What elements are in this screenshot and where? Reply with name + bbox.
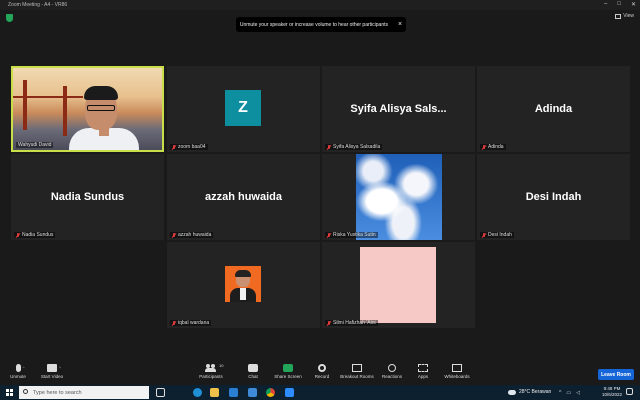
close-icon[interactable]: ✕ [631,1,636,8]
minimize-icon[interactable]: – [604,1,607,8]
participant-tile-nadia[interactable]: Nadia Sundus Nadia Sundus [11,154,164,240]
taskbar-clock[interactable]: 9:48 PM 10/6/2022 [602,386,622,398]
whiteboard-icon [452,364,462,372]
participant-tile-syifa[interactable]: Syifa Alisya Sals... Syifa Alisya Salsad… [322,66,475,152]
muted-mic-icon [172,320,176,326]
notification-toast: Unmute your speaker or increase volume t… [236,17,406,32]
chevron-up-icon[interactable]: ^ [559,390,561,396]
participant-video [13,68,162,150]
chat-icon [248,364,258,372]
participant-tile-wahyudi[interactable]: Wahyudi David [11,66,164,152]
muted-mic-icon [327,232,331,238]
muted-mic-icon [172,144,176,150]
participant-name-label: Wahyudi David [16,142,54,148]
system-tray: ^ ▭ ◁ [559,385,580,400]
os-taskbar: Type here to search 28°C Berawan ^ ▭ ◁ 9… [0,385,640,400]
windows-start-icon[interactable] [6,389,13,396]
participant-name-label: iqbal wardana [170,320,212,326]
participant-tile-desi[interactable]: Desi Indah Desi Indah [477,154,630,240]
participant-name-label: Silmi Hafizhah 'Aini [325,320,378,326]
notification-close-icon[interactable]: × [398,21,402,28]
participant-tile-riska[interactable]: Riska Yustika Sutin [322,154,475,240]
participant-tile-iqbal[interactable]: iqbal wardana [167,242,320,328]
network-icon[interactable]: ▭ [566,390,571,396]
participant-name-label: Nadia Sundus [14,232,56,238]
maximize-icon[interactable]: □ [617,1,621,8]
security-shield-icon[interactable] [6,14,13,22]
leave-room-button[interactable]: Leave Room [598,369,634,380]
muted-mic-icon [327,320,331,326]
apps-icon [418,364,428,372]
participant-name-label: Desi Indah [480,232,514,238]
participant-big-name: Desi Indah [525,191,582,203]
participant-tile-zoom-baa04[interactable]: Z zoom baa04 [167,66,320,152]
reactions-icon [388,364,396,372]
participant-big-name: Nadia Sundus [50,191,125,203]
participants-icon: 10 [205,363,223,372]
breakout-rooms-button[interactable]: Breakout Rooms [337,364,377,379]
taskbar-search-input[interactable]: Type here to search [19,386,149,399]
window-title: Zoom Meeting - A4 - VR86 [8,2,68,8]
store-icon[interactable] [248,388,257,397]
record-button[interactable]: Record [302,364,342,379]
participant-tile-azzah[interactable]: azzah huwaida azzah huwaida [167,154,320,240]
muted-mic-icon [172,232,176,238]
profile-picture-sky [356,154,442,240]
window-controls: – □ ✕ [604,1,636,8]
participant-tile-adinda[interactable]: Adinda Adinda [477,66,630,152]
file-explorer-icon[interactable] [210,388,219,397]
grid-icon [615,13,622,19]
task-view-icon[interactable] [156,388,165,397]
mail-icon[interactable] [229,388,238,397]
participant-name-label: azzah huwaida [170,232,214,238]
search-icon [23,389,28,394]
muted-mic-icon [327,144,331,150]
participants-count: 10 [219,363,224,368]
participant-name-label: zoom baa04 [170,144,208,150]
muted-mic-icon [482,144,486,150]
participant-big-name: Adinda [534,103,573,115]
participant-name-label: Adinda [480,144,506,150]
view-button[interactable]: View [615,13,634,19]
whiteboards-button[interactable]: Whiteboards [437,364,477,379]
breakout-rooms-icon [352,364,362,372]
muted-mic-icon [16,232,20,238]
chrome-icon[interactable] [266,388,275,397]
avatar: Z [225,90,261,126]
video-off-icon: ^ [47,364,61,372]
meeting-toolbar: ^ Unmute ^ Start Video 10 Participants C… [0,361,640,385]
cloud-icon [508,389,516,395]
muted-mic-icon [482,232,486,238]
muted-microphone-icon: ^ [15,364,25,372]
zoom-app-icon[interactable] [285,388,294,397]
background-bridge [13,78,83,138]
weather-widget[interactable]: 28°C Berawan [508,389,551,395]
participant-name-label: Riska Yustika Sutin [325,232,378,238]
edge-browser-icon[interactable] [193,388,202,397]
profile-photo [225,266,261,302]
window-titlebar: Zoom Meeting - A4 - VR86 – □ ✕ [0,0,640,10]
participant-name-label: Syifa Alisya Salsadila [325,144,383,150]
notification-center-icon[interactable] [626,388,633,395]
view-label: View [623,13,634,19]
profile-picture-pink [360,247,436,323]
participant-big-name: azzah huwaida [204,191,283,203]
participant-big-name: Syifa Alisya Sals... [350,103,447,115]
record-icon [318,364,326,372]
chat-button[interactable]: Chat [233,364,273,379]
participants-button[interactable]: 10 Participants [191,363,231,379]
notification-text: Unmute your speaker or increase volume t… [239,21,389,28]
share-screen-icon [283,364,293,372]
volume-icon[interactable]: ◁ [576,390,580,396]
start-video-button[interactable]: ^ Start Video [32,364,72,379]
participant-tile-silmi[interactable]: Silmi Hafizhah 'Aini [322,242,475,328]
